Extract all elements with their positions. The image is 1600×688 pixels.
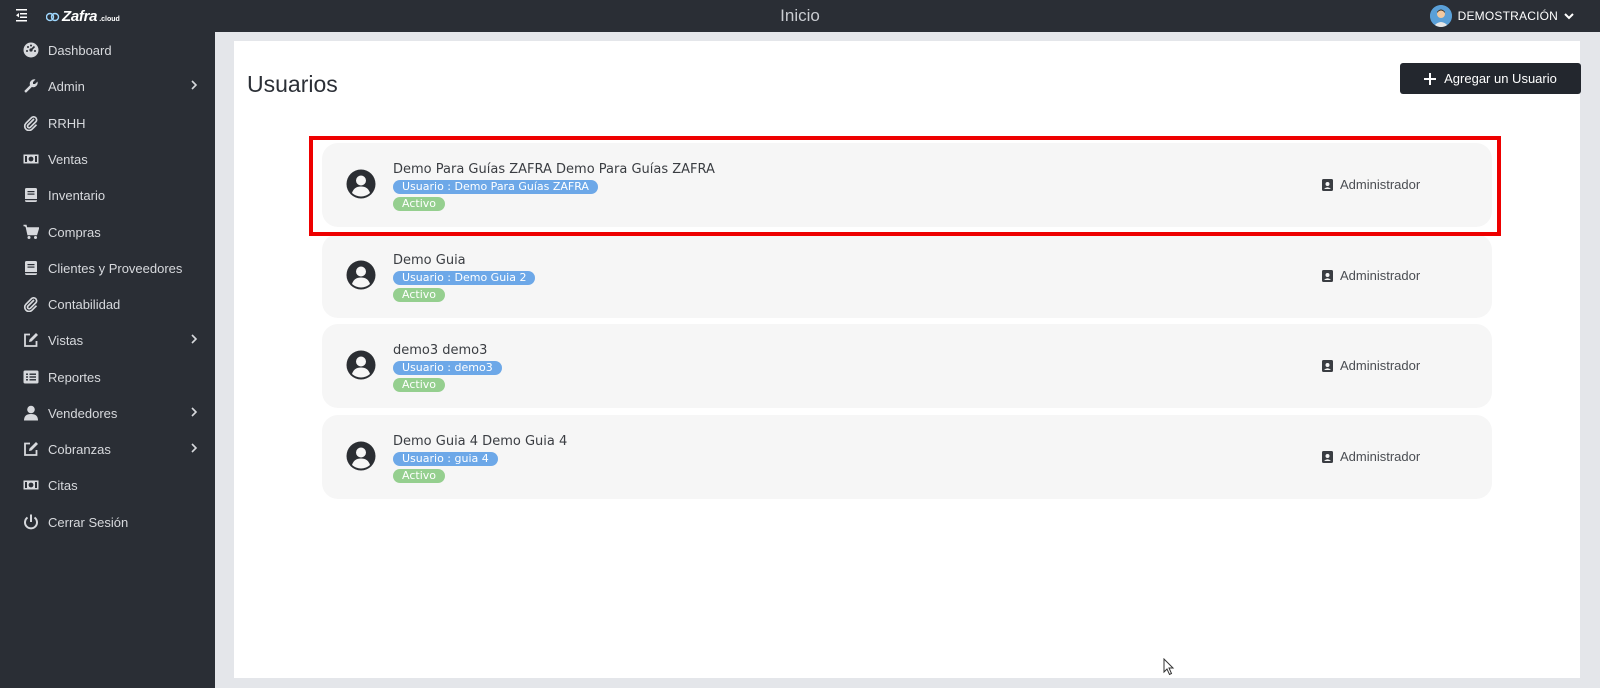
chevron-right-icon [191, 334, 198, 344]
sidebar-item-label: Vistas [48, 333, 84, 348]
app-logo[interactable]: Zafra .cloud [46, 7, 120, 25]
mouse-cursor-icon [1163, 658, 1175, 676]
user-list-item[interactable]: Demo Guia 4 Demo Guia 4 Usuario : guia 4… [322, 415, 1492, 499]
power-icon [24, 514, 38, 530]
sidebar-item-inventario[interactable]: Inventario [0, 180, 215, 210]
user-avatar-icon [1429, 5, 1452, 27]
user-full-name: Demo Guia 4 Demo Guia 4 [393, 434, 568, 449]
user-full-name: Demo Guia [393, 253, 466, 268]
add-user-button[interactable]: Agregar un Usuario [1400, 63, 1581, 94]
status-badge: Activo [393, 288, 445, 302]
user-role: Administrador [1340, 268, 1421, 283]
sidebar-item-label: Admin [48, 79, 85, 94]
user-full-name: Demo Para Guías ZAFRA Demo Para Guías ZA… [393, 162, 715, 177]
user-name: DEMOSTRACIÓN [1457, 9, 1558, 23]
sidebar-item-compras[interactable]: Compras [0, 217, 215, 247]
user-full-name: demo3 demo3 [393, 343, 488, 358]
paperclip-icon [23, 296, 38, 312]
menu-toggle-icon[interactable] [16, 8, 30, 22]
sidebar-item-label: Clientes y Proveedores [48, 261, 183, 276]
id-badge-icon [1322, 179, 1333, 191]
id-badge-icon [1322, 360, 1333, 372]
sidebar-item-dashboard[interactable]: Dashboard [0, 35, 215, 65]
user-circle-icon [346, 350, 376, 380]
status-badge: Activo [393, 197, 445, 211]
sidebar-item-cobranzas[interactable]: Cobranzas [0, 434, 215, 464]
chevron-right-icon [191, 443, 198, 453]
chevron-right-icon [191, 80, 198, 90]
user-list-item[interactable]: Demo Para Guías ZAFRA Demo Para Guías ZA… [322, 143, 1492, 227]
money-icon [23, 154, 39, 164]
book-icon [25, 188, 37, 202]
money-icon [23, 480, 39, 490]
username-badge: Usuario : demo3 [393, 361, 502, 375]
sidebar-item-citas[interactable]: Citas [0, 470, 215, 500]
user-list-item[interactable]: demo3 demo3 Usuario : demo3 Activo Admin… [322, 324, 1492, 408]
logo-text: Zafra [62, 7, 98, 25]
wrench-icon [24, 79, 38, 93]
top-bar: Zafra .cloud Inicio DEMOSTRACIÓN [0, 0, 1600, 32]
sidebar-item-reportes[interactable]: Reportes [0, 362, 215, 392]
sidebar-item-label: Compras [48, 225, 101, 240]
paperclip-icon [23, 115, 38, 131]
user-circle-icon [346, 169, 376, 199]
edit-icon [24, 442, 38, 456]
page-header-title: Inicio [780, 6, 820, 25]
sidebar-item-label: Cerrar Sesión [48, 515, 129, 530]
sidebar-item-label: Dashboard [48, 43, 112, 58]
book-icon [25, 261, 37, 275]
sidebar-item-contabilidad[interactable]: Contabilidad [0, 289, 215, 319]
user-role: Administrador [1340, 177, 1421, 192]
sidebar-item-vendedores[interactable]: Vendedores [0, 398, 215, 428]
edit-icon [24, 333, 38, 347]
username-badge: Usuario : Demo Guia 2 [393, 271, 536, 285]
sidebar-item-label: Inventario [48, 188, 106, 203]
sidebar-item-label: Contabilidad [48, 297, 121, 312]
page-title: Usuarios [247, 71, 338, 97]
user-menu[interactable]: DEMOSTRACIÓN [1429, 5, 1574, 27]
sidebar-item-cerrar-sesion[interactable]: Cerrar Sesión [0, 507, 215, 537]
plus-icon [1424, 72, 1437, 85]
sidebar-item-ventas[interactable]: Ventas [0, 144, 215, 174]
list-icon [23, 370, 39, 384]
id-badge-icon [1322, 270, 1333, 282]
username-badge: Usuario : guia 4 [393, 452, 498, 466]
cart-icon [23, 224, 39, 239]
chevron-right-icon [191, 407, 198, 417]
status-badge: Activo [393, 469, 445, 483]
id-badge-icon [1322, 451, 1333, 463]
sidebar-item-label: Cobranzas [48, 442, 111, 457]
main-content: Usuarios Agregar un Usuario Demo Para Gu… [234, 41, 1581, 678]
username-badge: Usuario : Demo Para Guías ZAFRA [393, 180, 598, 194]
sidebar-item-rrhh[interactable]: RRHH [0, 108, 215, 138]
person-icon [24, 405, 38, 421]
user-role: Administrador [1340, 358, 1421, 373]
sidebar-item-clientes-proveedores[interactable]: Clientes y Proveedores [0, 253, 215, 283]
user-circle-icon [346, 260, 376, 290]
sidebar-item-label: Ventas [48, 152, 88, 167]
sidebar-item-label: RRHH [48, 116, 86, 131]
logo-subtext: .cloud [99, 15, 120, 23]
dashboard-icon [23, 42, 39, 58]
status-badge: Activo [393, 378, 445, 392]
chevron-down-icon [1564, 13, 1574, 20]
user-role: Administrador [1340, 449, 1421, 464]
avatar [1429, 5, 1452, 27]
add-user-button-label: Agregar un Usuario [1444, 71, 1557, 86]
sidebar-item-label: Reportes [48, 370, 101, 385]
sidebar-item-admin[interactable]: Admin [0, 71, 215, 101]
sidebar-item-label: Citas [48, 478, 78, 493]
user-list-item[interactable]: Demo Guia Usuario : Demo Guia 2 Activo A… [322, 234, 1492, 318]
logo-icon [46, 12, 60, 22]
sidebar: Dashboard Admin RRHH Ventas Inventario C… [0, 32, 215, 688]
sidebar-item-label: Vendedores [48, 406, 118, 421]
user-circle-icon [346, 441, 376, 471]
sidebar-item-vistas[interactable]: Vistas [0, 325, 215, 355]
